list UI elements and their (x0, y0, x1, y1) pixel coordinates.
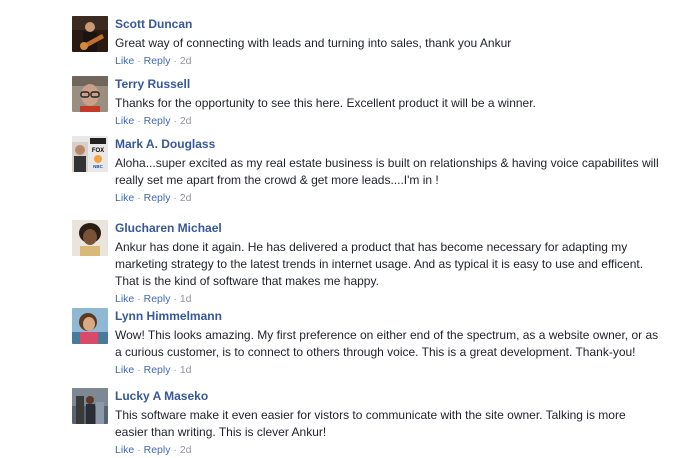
comment-text: Wow! This looks amazing. My first prefer… (115, 328, 659, 359)
separator: · (173, 364, 177, 376)
comment-text: This software make it even easier for vi… (115, 408, 626, 439)
comment-text: Aloha...super excited as my real estate … (115, 156, 659, 187)
reply-link[interactable]: Reply (144, 293, 171, 305)
timestamp[interactable]: 1d (180, 293, 192, 305)
avatar[interactable] (72, 388, 108, 424)
commenter-name[interactable]: Scott Duncan (115, 17, 660, 32)
commenter-name[interactable]: Mark A. Douglass (115, 137, 660, 152)
nbc-logo: NBC (93, 164, 103, 169)
reply-link[interactable]: Reply (144, 55, 171, 67)
commenter-name[interactable]: Lynn Himmelmann (115, 309, 660, 324)
timestamp[interactable]: 2d (180, 192, 192, 204)
reply-link[interactable]: Reply (144, 364, 171, 376)
avatar[interactable] (72, 308, 108, 344)
separator: · (173, 55, 177, 67)
timestamp[interactable]: 1d (180, 364, 192, 376)
avatar[interactable] (72, 76, 108, 112)
commenter-name[interactable]: Lucky A Maseko (115, 389, 660, 404)
avatar[interactable] (72, 16, 108, 52)
separator: · (173, 293, 177, 305)
avatar[interactable] (72, 220, 108, 256)
comment-actions: Like · Reply · 2d (115, 444, 660, 457)
like-link[interactable]: Like (115, 364, 134, 376)
like-link[interactable]: Like (115, 293, 134, 305)
comment-text: Thanks for the opportunity to see this h… (115, 96, 536, 110)
commenter-name[interactable]: Glucharen Michael (115, 221, 660, 236)
comment-text: Great way of connecting with leads and t… (115, 36, 512, 50)
like-link[interactable]: Like (115, 115, 134, 127)
comment-actions: Like · Reply · 2d (115, 55, 660, 68)
comment-actions: Like · Reply · 1d (115, 364, 660, 377)
separator: · (137, 293, 141, 305)
comment-text: Ankur has done it again. He has delivere… (115, 240, 644, 288)
timestamp[interactable]: 2d (180, 115, 192, 127)
fox-logo: FOX (92, 148, 104, 154)
separator: · (173, 115, 177, 127)
separator: · (137, 364, 141, 376)
reply-link[interactable]: Reply (144, 444, 171, 456)
reply-link[interactable]: Reply (144, 192, 171, 204)
commenter-name[interactable]: Terry Russell (115, 77, 660, 92)
separator: · (137, 115, 141, 127)
separator: · (137, 192, 141, 204)
comment-actions: Like · Reply · 1d (115, 293, 660, 306)
like-link[interactable]: Like (115, 192, 134, 204)
comment-actions: Like · Reply · 2d (115, 192, 660, 205)
separator: · (137, 55, 141, 67)
separator: · (137, 444, 141, 456)
timestamp[interactable]: 2d (180, 55, 192, 67)
timestamp[interactable]: 2d (180, 444, 192, 456)
separator: · (173, 192, 177, 204)
avatar[interactable]: FOX NBC (72, 136, 108, 172)
comment-actions: Like · Reply · 2d (115, 115, 660, 128)
like-link[interactable]: Like (115, 55, 134, 67)
separator: · (173, 444, 177, 456)
like-link[interactable]: Like (115, 444, 134, 456)
reply-link[interactable]: Reply (144, 115, 171, 127)
